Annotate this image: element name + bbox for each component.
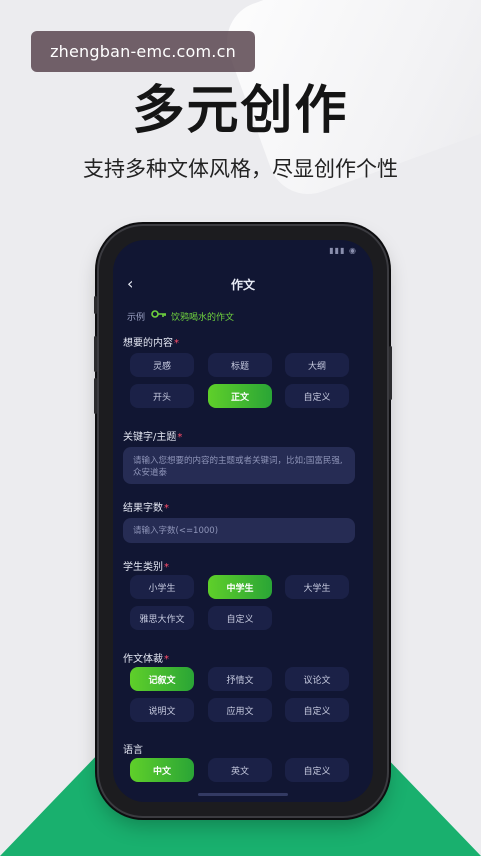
required-mark: * (177, 432, 183, 443)
headline: 多元创作 (132, 81, 349, 141)
example-label: 示例 (127, 313, 146, 323)
keywords-label-text: 关键字/主题 (123, 432, 177, 443)
subheadline: 支持多种文体风格，尽显创作个性 (83, 157, 398, 181)
section-label-student: 学生类别* (123, 558, 169, 573)
option-argumentative[interactable]: 议论文 (285, 667, 349, 691)
option-custom-student[interactable]: 自定义 (208, 606, 272, 630)
section-label-keywords: 关键字/主题* (123, 428, 182, 443)
option-opening[interactable]: 开头 (130, 384, 194, 408)
page-title: 作文 (230, 278, 255, 292)
home-indicator (198, 793, 288, 796)
option-ielts-essay[interactable]: 雅思大作文 (130, 606, 194, 630)
option-title[interactable]: 标题 (208, 353, 272, 377)
option-practical[interactable]: 应用文 (208, 698, 272, 722)
section-label-genre: 作文体裁* (123, 650, 169, 665)
status-bar: ▮▮▮ ◉ (129, 246, 357, 258)
example-link[interactable]: 饮鸦喝水的作文 (171, 310, 234, 323)
key-icon (151, 310, 166, 318)
phone-volume-up (94, 336, 97, 372)
status-icons: ▮▮▮ ◉ (329, 246, 357, 255)
watermark: zhengban-emc.com.cn (31, 31, 255, 72)
option-english[interactable]: 英文 (208, 758, 272, 782)
required-mark: * (174, 338, 179, 349)
required-mark: * (164, 562, 169, 573)
genre-label-text: 作文体裁 (123, 654, 163, 665)
section-label-language: 语言 (123, 741, 143, 756)
section-label-word-count: 结果字数* (123, 499, 169, 514)
content-label-text: 想要的内容 (123, 338, 173, 349)
option-narrative-selected[interactable]: 记叙文 (130, 667, 194, 691)
phone-silent-switch (94, 296, 97, 314)
word-count-label-text: 结果字数 (123, 503, 163, 514)
option-body-selected[interactable]: 正文 (208, 384, 272, 408)
option-middle-school-selected[interactable]: 中学生 (208, 575, 272, 599)
phone-volume-down (94, 378, 97, 414)
student-label-text: 学生类别 (123, 562, 163, 573)
option-custom-content[interactable]: 自定义 (285, 384, 349, 408)
required-mark: * (164, 654, 169, 665)
option-inspiration[interactable]: 灵感 (130, 353, 194, 377)
language-label-text: 语言 (123, 745, 143, 756)
phone-power-button (389, 346, 392, 400)
required-mark: * (164, 503, 169, 514)
option-custom-language[interactable]: 自定义 (285, 758, 349, 782)
keywords-input[interactable]: 请输入您想要的内容的主题或者关键词，比如;国富民强,众安道泰 (123, 447, 355, 484)
option-lyrical[interactable]: 抒情文 (208, 667, 272, 691)
option-expository[interactable]: 说明文 (130, 698, 194, 722)
option-university[interactable]: 大学生 (285, 575, 349, 599)
word-count-input[interactable]: 请输入字数(<=1000) (123, 518, 355, 543)
option-chinese-selected[interactable]: 中文 (130, 758, 194, 782)
phone-mockup: ▮▮▮ ◉ ‹ 作文 示例 饮鸦喝水的作文 想要的内容* 灵感 标题 大纲 开头… (94, 226, 392, 816)
phone-screen: ▮▮▮ ◉ ‹ 作文 示例 饮鸦喝水的作文 想要的内容* 灵感 标题 大纲 开头… (113, 240, 373, 802)
section-label-content: 想要的内容* (123, 334, 179, 349)
option-outline[interactable]: 大纲 (285, 353, 349, 377)
nav-bar: ‹ 作文 (113, 274, 373, 296)
option-primary-school[interactable]: 小学生 (130, 575, 194, 599)
option-custom-genre[interactable]: 自定义 (285, 698, 349, 722)
